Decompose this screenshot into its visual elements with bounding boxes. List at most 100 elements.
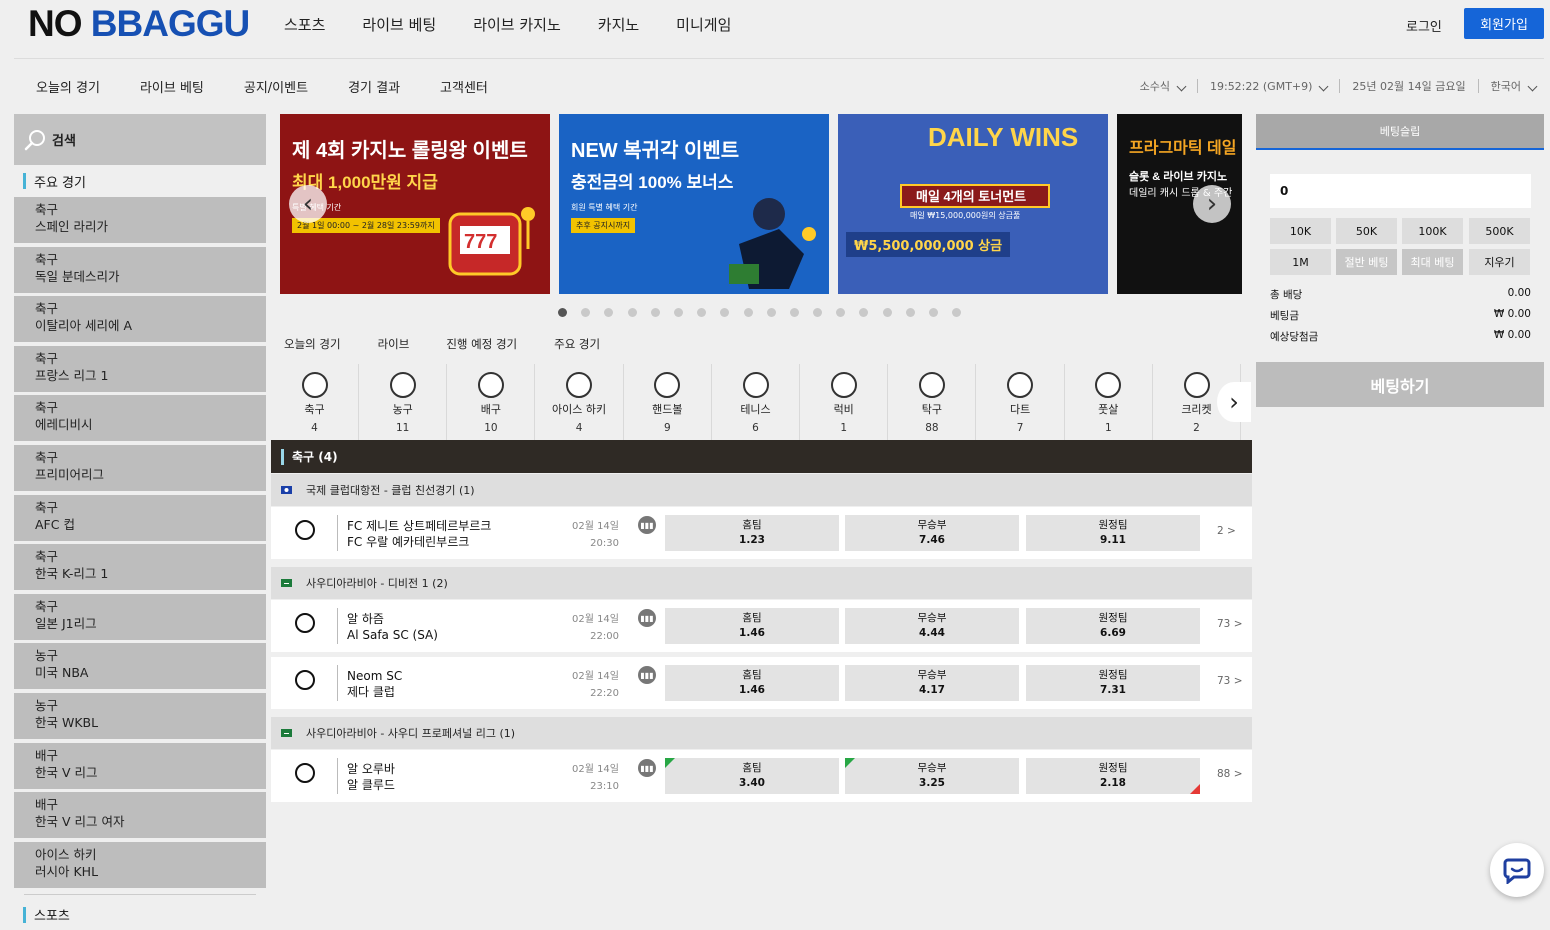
chip-100k-button[interactable]: 100K [1402,218,1463,244]
sport-filter-item[interactable]: 아이스 하키 4 [536,364,624,440]
sport-filter-item[interactable]: 농구 11 [359,364,448,440]
sidebar-league-item[interactable]: 축구 이탈리아 세리에 A [14,296,266,343]
tab-featured[interactable]: 주요 경기 [554,336,600,352]
odd-draw-button[interactable]: 무승부 4.17 [845,665,1019,701]
odd-home-button[interactable]: 홈팀 1.46 [665,665,839,701]
betslip-header[interactable]: 베팅슬립 [1256,114,1544,150]
carousel-dot[interactable] [604,308,614,317]
carousel-dot[interactable] [789,308,799,317]
carousel-dot[interactable] [743,308,753,317]
nav-live-betting[interactable]: 라이브 베팅 [362,14,436,35]
clear-button[interactable]: 지우기 [1469,249,1530,275]
banner-carousel[interactable]: 제 4회 카지노 롤링왕 이벤트 최대 1,000만원 지급 특별 혜택 기간 … [280,114,1242,294]
sidebar-league-item[interactable]: 배구 한국 V 리그 여자 [14,792,266,839]
place-bet-button[interactable]: 베팅하기 [1256,362,1544,407]
sidebar-league-item[interactable]: 아이스 하키 러시아 KHL [14,841,266,888]
carousel-dot[interactable] [581,308,591,317]
odd-away-button[interactable]: 원정팀 9.11 [1026,515,1200,551]
banner-daily-wins[interactable]: DAILY WINS 매일 4개의 토너먼트 매일 ₩15,000,000원의 … [838,114,1108,294]
odd-away-button[interactable]: 원정팀 7.31 [1026,665,1200,701]
odd-home-button[interactable]: 홈팀 1.46 [665,608,839,644]
carousel-prev-button[interactable]: ‹ [289,185,327,223]
chip-500k-button[interactable]: 500K [1469,218,1530,244]
odd-draw-button[interactable]: 무승부 4.44 [845,608,1019,644]
nav-sports[interactable]: 스포츠 [284,14,325,35]
sport-filter-item[interactable]: 배구 10 [447,364,536,440]
bet-amount-input[interactable]: 0 [1270,174,1531,208]
nav-casino[interactable]: 카지노 [598,14,639,35]
match-teams[interactable]: 알 오루바 알 클루드 [347,761,395,793]
carousel-dot[interactable] [813,308,823,317]
sport-filter-item[interactable]: 탁구 88 [888,364,977,440]
stats-icon[interactable]: ▮▮▮ [638,759,656,777]
league-header-row[interactable]: 사우디아라비아 - 사우디 프로페셔널 리그 (1) [271,717,1252,749]
stats-icon[interactable]: ▮▮▮ [638,516,656,534]
chip-50k-button[interactable]: 50K [1336,218,1397,244]
sidebar-search[interactable]: 검색 [14,114,266,165]
match-teams[interactable]: 알 하즘 Al Safa SC (SA) [347,611,438,643]
odd-draw-button[interactable]: 무승부 3.25 [845,758,1019,794]
max-bet-button[interactable]: 최대 베팅 [1402,249,1463,275]
carousel-dot[interactable] [905,308,915,317]
sidebar-league-item[interactable]: 축구 AFC 컵 [14,494,266,541]
odds-format-select[interactable]: 소수식 [1140,78,1187,94]
odd-away-button[interactable]: 원정팀 6.69 [1026,608,1200,644]
subnav-live-betting[interactable]: 라이브 베팅 [140,77,204,96]
sidebar-league-item[interactable]: 축구 프리미어리그 [14,444,266,491]
subnav-results[interactable]: 경기 결과 [348,77,400,96]
carousel-dot[interactable] [836,308,846,317]
sidebar-league-item[interactable]: 축구 독일 분데스리가 [14,246,266,293]
login-link[interactable]: 로그인 [1406,16,1442,35]
sport-filter-item[interactable]: 핸드볼 9 [624,364,712,440]
carousel-next-button[interactable]: › [1193,185,1231,223]
tab-upcoming[interactable]: 진행 예정 경기 [446,336,517,352]
carousel-dot[interactable] [673,308,683,317]
carousel-dot[interactable] [720,308,730,317]
match-teams[interactable]: FC 제니트 상트페테르부르크 FC 우랄 예카테린부르크 [347,518,491,550]
timezone-select[interactable]: 19:52:22 (GMT+9) [1210,80,1329,93]
subnav-support[interactable]: 고객센터 [440,77,488,96]
sport-filter-item[interactable]: 테니스 6 [712,364,800,440]
subnav-notice-event[interactable]: 공지/이벤트 [244,77,308,96]
join-button[interactable]: 회원가입 [1464,8,1544,39]
chip-10k-button[interactable]: 10K [1270,218,1331,244]
carousel-dot[interactable] [650,308,660,317]
odd-home-button[interactable]: 홈팀 1.23 [665,515,839,551]
more-markets-link[interactable]: 73 > [1217,675,1243,687]
tab-today-games[interactable]: 오늘의 경기 [284,336,341,352]
carousel-dot[interactable] [697,308,707,317]
sport-filter-item[interactable]: 다트 7 [977,364,1065,440]
nav-live-casino[interactable]: 라이브 카지노 [473,14,561,35]
sport-filter-item[interactable]: 풋살 1 [1065,364,1153,440]
carousel-dot[interactable] [952,308,962,317]
banner-comeback[interactable]: NEW 복귀각 이벤트 충전금의 100% 보너스 회원 특별 혜택 기간 추후… [559,114,829,294]
sidebar-league-item[interactable]: 축구 스페인 라리가 [14,197,266,243]
language-select[interactable]: 한국어 [1491,78,1538,94]
more-markets-link[interactable]: 2 > [1217,525,1236,537]
stats-icon[interactable]: ▮▮▮ [638,666,656,684]
carousel-dot[interactable] [929,308,938,317]
carousel-dot[interactable] [766,308,776,317]
odd-away-button[interactable]: 원정팀 2.18 [1026,758,1200,794]
more-markets-link[interactable]: 73 > [1217,618,1243,630]
live-chat-button[interactable] [1490,843,1544,897]
carousel-dot[interactable] [859,308,869,317]
sidebar-league-item[interactable]: 농구 미국 NBA [14,643,266,690]
sidebar-league-item[interactable]: 축구 일본 J1리그 [14,593,266,640]
site-logo[interactable]: NO BBAGGU [28,4,250,44]
sidebar-league-item[interactable]: 배구 한국 V 리그 [14,742,266,789]
subnav-today-games[interactable]: 오늘의 경기 [36,77,100,96]
league-header-row[interactable]: 국제 클럽대항전 - 클럽 친선경기 (1) [271,474,1252,506]
carousel-dot[interactable] [558,308,567,317]
match-teams[interactable]: Neom SC 제다 클럽 [347,668,402,700]
sidebar-league-item[interactable]: 농구 한국 WKBL [14,692,266,739]
league-header-row[interactable]: 사우디아라비아 - 디비전 1 (2) [271,567,1252,599]
sidebar-league-item[interactable]: 축구 프랑스 리그 1 [14,345,266,392]
carousel-dot[interactable] [627,308,637,317]
sidebar-league-item[interactable]: 축구 에레디비시 [14,395,266,442]
sport-filter-item[interactable]: 축구 4 [271,364,359,440]
odd-draw-button[interactable]: 무승부 7.46 [845,515,1019,551]
half-bet-button[interactable]: 절반 베팅 [1336,249,1397,275]
odd-home-button[interactable]: 홈팀 3.40 [665,758,839,794]
nav-minigame[interactable]: 미니게임 [676,14,731,35]
